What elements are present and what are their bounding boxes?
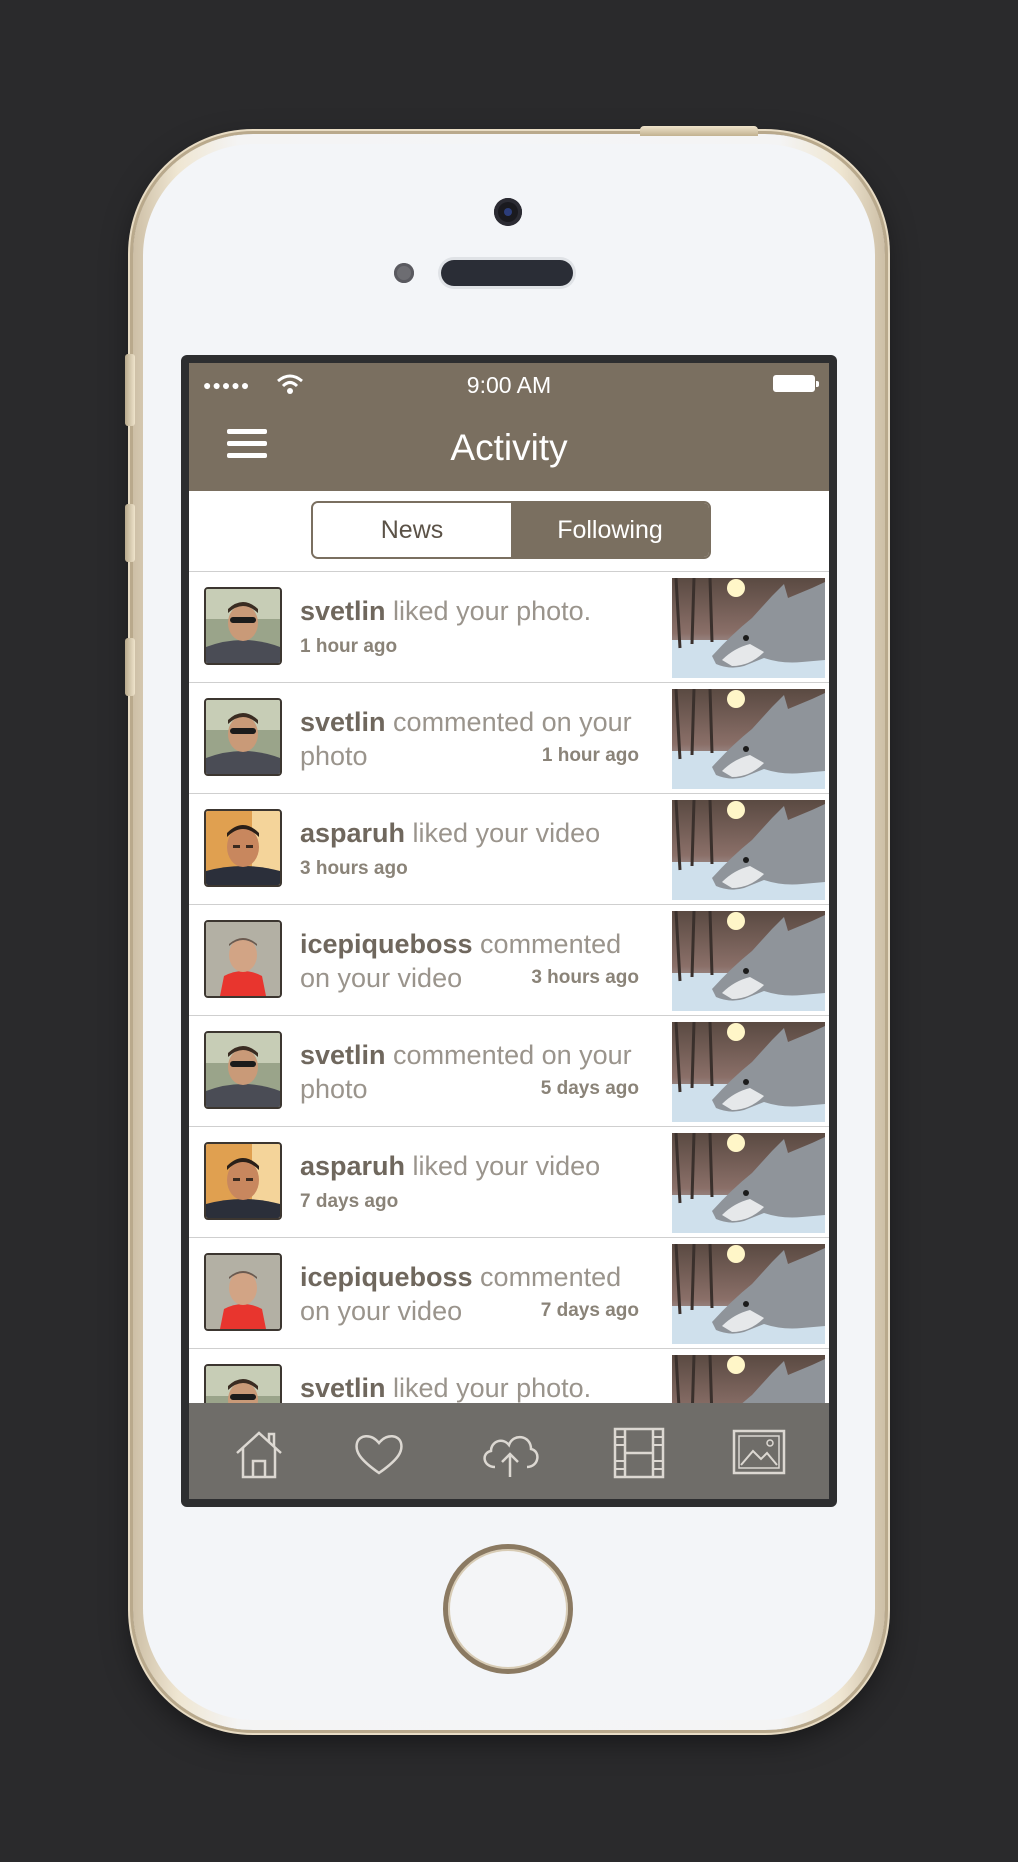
- timestamp: 1 hour ago: [541, 745, 639, 766]
- timestamp: 1 hour ago: [300, 636, 398, 657]
- earpiece-speaker: [441, 260, 573, 286]
- home-icon[interactable]: [229, 1425, 289, 1481]
- nav-bar: Activity: [189, 405, 829, 491]
- segment-bar: News Following: [189, 491, 829, 572]
- volume-up-button: [125, 504, 135, 562]
- media-thumbnail[interactable]: [672, 1244, 825, 1344]
- timestamp: 3 hours ago: [531, 967, 639, 988]
- timestamp: 7 days ago: [300, 1191, 399, 1212]
- list-item[interactable]: svetlin commented on your photo 5 days a…: [189, 1016, 829, 1127]
- media-thumbnail[interactable]: [672, 1022, 825, 1122]
- username[interactable]: svetlin: [300, 707, 386, 737]
- timestamp: 3 hours ago: [300, 858, 408, 879]
- power-button: [640, 126, 758, 136]
- activity-text: svetlin liked your photo.: [300, 1371, 650, 1405]
- avatar: [204, 1031, 282, 1109]
- tab-following[interactable]: Following: [511, 503, 709, 557]
- timestamp: 5 days ago: [540, 1078, 639, 1099]
- tab-bar: [189, 1403, 829, 1499]
- avatar: [204, 920, 282, 998]
- username[interactable]: icepiqueboss: [300, 929, 473, 959]
- status-bar: ●●●●● 9:00 AM: [189, 363, 829, 405]
- list-item[interactable]: asparuh liked your video 3 hours ago: [189, 794, 829, 905]
- activity-action: liked your photo.: [385, 596, 592, 626]
- tab-news[interactable]: News: [313, 503, 511, 557]
- media-thumbnail[interactable]: [672, 578, 825, 678]
- list-item[interactable]: svetlin liked your photo. 1 hour ago: [189, 572, 829, 683]
- media-thumbnail[interactable]: [672, 911, 825, 1011]
- image-icon[interactable]: [729, 1425, 789, 1481]
- username[interactable]: icepiqueboss: [300, 1262, 473, 1292]
- home-button[interactable]: [443, 1544, 573, 1674]
- activity-text: asparuh liked your video: [300, 1149, 650, 1183]
- activity-action: liked your photo.: [385, 1373, 592, 1403]
- cloud-upload-icon[interactable]: [477, 1425, 543, 1481]
- volume-down-button: [125, 638, 135, 696]
- media-thumbnail[interactable]: [672, 689, 825, 789]
- media-thumbnail[interactable]: [672, 800, 825, 900]
- front-camera: [494, 198, 522, 226]
- proximity-sensor: [394, 263, 414, 283]
- film-icon[interactable]: [609, 1425, 669, 1481]
- activity-text: svetlin liked your photo.: [300, 594, 650, 628]
- avatar: [204, 1253, 282, 1331]
- segmented-control: News Following: [311, 501, 711, 559]
- username[interactable]: asparuh: [300, 818, 405, 848]
- media-thumbnail[interactable]: [672, 1133, 825, 1233]
- timestamp: 7 days ago: [540, 1300, 639, 1321]
- app-screen: ●●●●● 9:00 AM Activity News Following sv…: [189, 363, 829, 1499]
- list-item[interactable]: icepiqueboss commented on your video 3 h…: [189, 905, 829, 1016]
- avatar: [204, 698, 282, 776]
- username[interactable]: svetlin: [300, 596, 386, 626]
- activity-action: liked your video: [405, 1151, 601, 1181]
- page-title: Activity: [450, 427, 568, 468]
- battery-icon: [773, 375, 819, 392]
- status-time: 9:00 AM: [466, 372, 552, 398]
- list-item[interactable]: asparuh liked your video 7 days ago: [189, 1127, 829, 1238]
- username[interactable]: svetlin: [300, 1373, 386, 1403]
- username[interactable]: svetlin: [300, 1040, 386, 1070]
- list-item[interactable]: svetlin commented on your photo 1 hour a…: [189, 683, 829, 794]
- activity-text: asparuh liked your video: [300, 816, 650, 850]
- avatar: [204, 809, 282, 887]
- activity-action: liked your video: [405, 818, 601, 848]
- mute-switch: [125, 354, 135, 426]
- list-item[interactable]: icepiqueboss commented on your video 7 d…: [189, 1238, 829, 1349]
- avatar: [204, 1142, 282, 1220]
- avatar: [204, 587, 282, 665]
- username[interactable]: asparuh: [300, 1151, 405, 1181]
- activity-list: svetlin liked your photo. 1 hour ago sve…: [189, 572, 829, 1460]
- heart-icon[interactable]: [349, 1425, 409, 1481]
